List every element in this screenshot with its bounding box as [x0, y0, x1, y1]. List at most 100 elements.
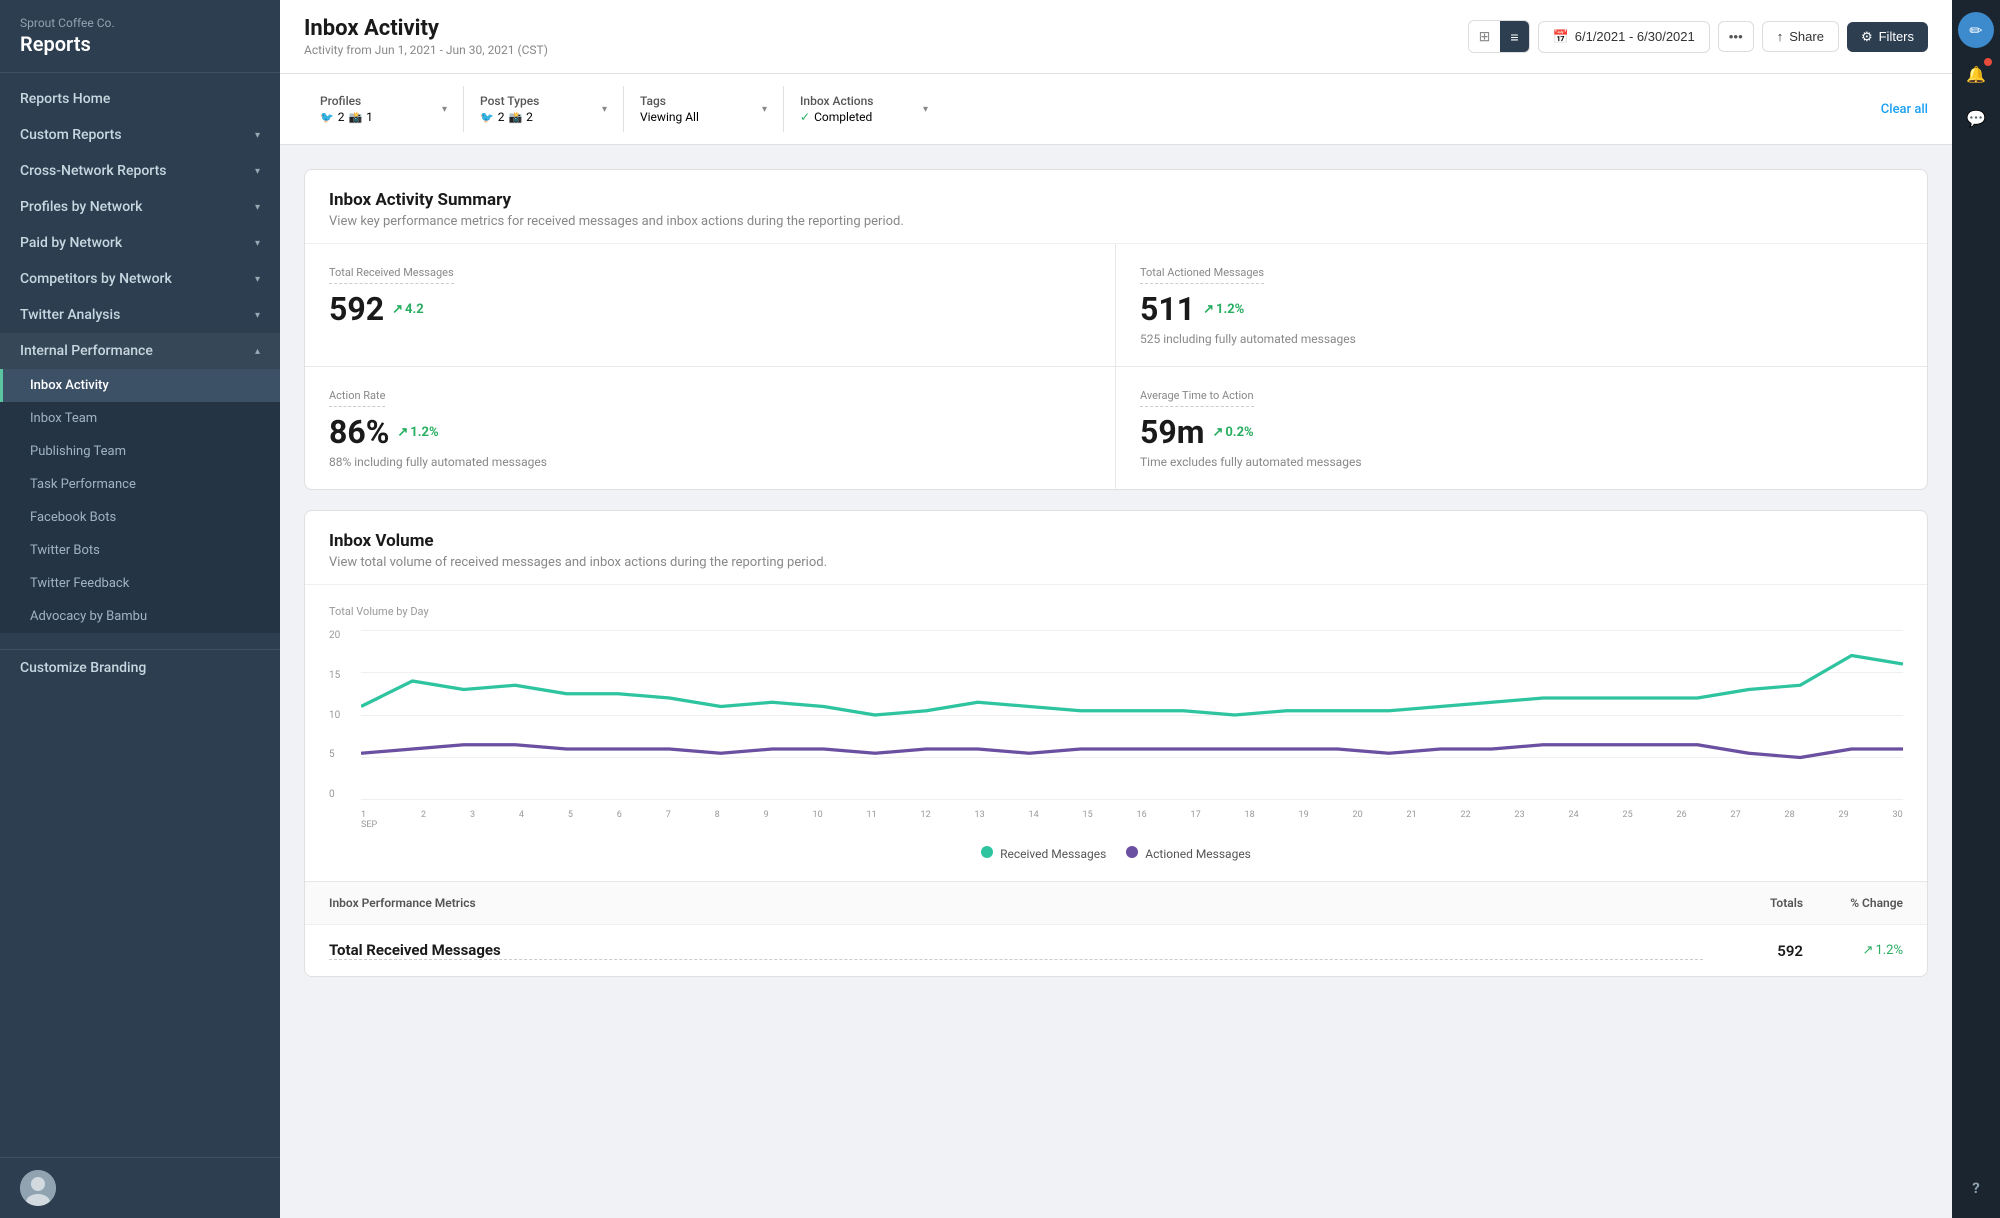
table-row: Total Received Messages 592 ↗ 1.2%: [305, 924, 1927, 976]
sidebar-item-facebook-bots[interactable]: Facebook Bots: [0, 501, 280, 534]
filter-content: Tags Viewing All: [640, 94, 699, 124]
filter-value: ✓ Completed: [800, 110, 873, 124]
company-name: Sprout Coffee Co.: [20, 16, 260, 30]
nav-label: Custom Reports: [20, 127, 122, 143]
nav-label: Customize Branding: [20, 660, 146, 676]
share-icon: ↑: [1777, 29, 1784, 44]
chart-label: Total Volume by Day: [329, 605, 1903, 618]
sidebar-item-customize-branding[interactable]: Customize Branding: [0, 649, 280, 686]
filter-content: Post Types 🐦 2 📸 2: [480, 94, 539, 124]
filter-bar: Profiles 🐦 2 📸 1 ▾ Post Types 🐦 2 📸 2: [280, 74, 1952, 145]
metric-sub: Time excludes fully automated messages: [1140, 455, 1903, 469]
row-total: 592: [1703, 942, 1803, 960]
metric-value: 86% ↗ 1.2%: [329, 413, 1091, 451]
sidebar-item-competitors-by-network[interactable]: Competitors by Network ▾: [0, 261, 280, 297]
sidebar-item-profiles-by-network[interactable]: Profiles by Network ▾: [0, 189, 280, 225]
app-title: Reports: [20, 32, 260, 56]
page-title: Inbox Activity: [304, 16, 548, 41]
chart-y-labels: 20 15 10 5 0: [329, 630, 357, 800]
sidebar-item-twitter-bots[interactable]: Twitter Bots: [0, 534, 280, 567]
table-header-label: Inbox Performance Metrics: [329, 896, 1703, 910]
sidebar-item-reports-home[interactable]: Reports Home: [0, 81, 280, 117]
more-options-button[interactable]: •••: [1718, 21, 1754, 52]
table-header: Inbox Performance Metrics Totals % Chang…: [305, 881, 1927, 924]
sidebar-item-publishing-team[interactable]: Publishing Team: [0, 435, 280, 468]
content-area: Inbox Activity Summary View key performa…: [280, 145, 1952, 1218]
tags-filter[interactable]: Tags Viewing All ▾: [624, 86, 784, 132]
sidebar-item-inbox-activity[interactable]: Inbox Activity: [0, 369, 280, 402]
profiles-filter[interactable]: Profiles 🐦 2 📸 1 ▾: [304, 86, 464, 132]
messages-icon: 💬: [1966, 109, 1986, 128]
inbox-actions-filter[interactable]: Inbox Actions ✓ Completed ▾: [784, 86, 944, 132]
share-button[interactable]: ↑ Share: [1762, 21, 1839, 52]
instagram-icon: 📸: [348, 111, 362, 124]
help-icon: ?: [1972, 1179, 1979, 1197]
chart-x-labels: 1SEP234567891011121314151617181920212223…: [361, 806, 1903, 830]
bell-icon: 🔔: [1966, 65, 1986, 84]
sidebar-item-inbox-team[interactable]: Inbox Team: [0, 402, 280, 435]
notification-badge: [1984, 58, 1992, 66]
legend-label-actioned: Actioned Messages: [1145, 847, 1251, 861]
sidebar-item-twitter-feedback[interactable]: Twitter Feedback: [0, 567, 280, 600]
sidebar-item-advocacy-bambu[interactable]: Advocacy by Bambu: [0, 600, 280, 633]
help-button[interactable]: ?: [1958, 1170, 1994, 1206]
sidebar-footer: [0, 1157, 280, 1218]
user-avatar[interactable]: [20, 1170, 56, 1206]
nav-label: Cross-Network Reports: [20, 163, 166, 179]
legend-actioned: Actioned Messages: [1126, 846, 1251, 861]
chevron-down-icon: ▾: [442, 104, 447, 115]
trend-up-icon: ↗ 0.2%: [1212, 425, 1253, 440]
table-header-change: % Change: [1803, 896, 1903, 910]
sidebar-item-custom-reports[interactable]: Custom Reports ▾: [0, 117, 280, 153]
sidebar-item-paid-by-network[interactable]: Paid by Network ▾: [0, 225, 280, 261]
twitter-icon: 🐦: [480, 111, 494, 124]
clear-all-button[interactable]: Clear all: [1881, 94, 1928, 125]
sub-navigation: Inbox Activity Inbox Team Publishing Tea…: [0, 369, 280, 633]
metric-sub: 88% including fully automated messages: [329, 455, 1091, 469]
chevron-down-icon: ▾: [255, 166, 260, 177]
nav-label: Competitors by Network: [20, 271, 172, 287]
summary-card: Inbox Activity Summary View key performa…: [304, 169, 1928, 490]
view-toggle: ⊞ ≡: [1468, 20, 1530, 53]
chart-area: 1SEP234567891011121314151617181920212223…: [361, 630, 1903, 830]
nav-label: Paid by Network: [20, 235, 122, 251]
compose-icon: ✏: [1969, 21, 1982, 40]
grid-view-button[interactable]: ⊞: [1469, 21, 1501, 52]
volume-title: Inbox Volume: [329, 531, 1903, 551]
table-section: Inbox Performance Metrics Totals % Chang…: [305, 881, 1927, 976]
volume-card-header: Inbox Volume View total volume of receiv…: [305, 511, 1927, 585]
filter-value: 🐦 2 📸 2: [480, 110, 539, 124]
volume-subtitle: View total volume of received messages a…: [329, 555, 1903, 570]
check-icon: ✓: [800, 110, 810, 124]
sidebar-item-internal-performance[interactable]: Internal Performance ▴: [0, 333, 280, 369]
legend-label-received: Received Messages: [1000, 847, 1106, 861]
trend-up-icon: ↗ 4.2: [392, 302, 424, 317]
page-subtitle: Activity from Jun 1, 2021 - Jun 30, 2021…: [304, 43, 548, 57]
sidebar-item-twitter-analysis[interactable]: Twitter Analysis ▾: [0, 297, 280, 333]
nav-label: Reports Home: [20, 91, 110, 107]
summary-subtitle: View key performance metrics for receive…: [329, 214, 1903, 229]
metric-label: Total Actioned Messages: [1140, 266, 1264, 284]
header-left: Inbox Activity Activity from Jun 1, 2021…: [304, 16, 548, 57]
filters-button[interactable]: ⚙ Filters: [1847, 22, 1928, 52]
chevron-up-icon: ▴: [255, 346, 260, 357]
sidebar-item-cross-network[interactable]: Cross-Network Reports ▾: [0, 153, 280, 189]
chevron-down-icon: ▾: [923, 104, 928, 115]
metric-value: 59m ↗ 0.2%: [1140, 413, 1903, 451]
metrics-grid: Total Received Messages 592 ↗ 4.2 Total …: [305, 244, 1927, 489]
metric-total-received: Total Received Messages 592 ↗ 4.2: [305, 244, 1116, 367]
chevron-down-icon: ▾: [255, 310, 260, 321]
metric-label: Total Received Messages: [329, 266, 454, 284]
date-range-button[interactable]: 📅 6/1/2021 - 6/30/2021: [1538, 21, 1710, 53]
chevron-down-icon: ▾: [602, 104, 607, 115]
list-view-button[interactable]: ≡: [1500, 21, 1528, 52]
metric-label: Action Rate: [329, 389, 385, 407]
post-types-filter[interactable]: Post Types 🐦 2 📸 2 ▾: [464, 86, 624, 132]
chevron-down-icon: ▾: [255, 238, 260, 249]
trend-up-icon: ↗ 1.2%: [397, 425, 438, 440]
chart-svg: [361, 630, 1903, 800]
compose-icon-button[interactable]: ✏: [1958, 12, 1994, 48]
sidebar-item-task-performance[interactable]: Task Performance: [0, 468, 280, 501]
notifications-button[interactable]: 🔔: [1958, 56, 1994, 92]
messages-button[interactable]: 💬: [1958, 100, 1994, 136]
